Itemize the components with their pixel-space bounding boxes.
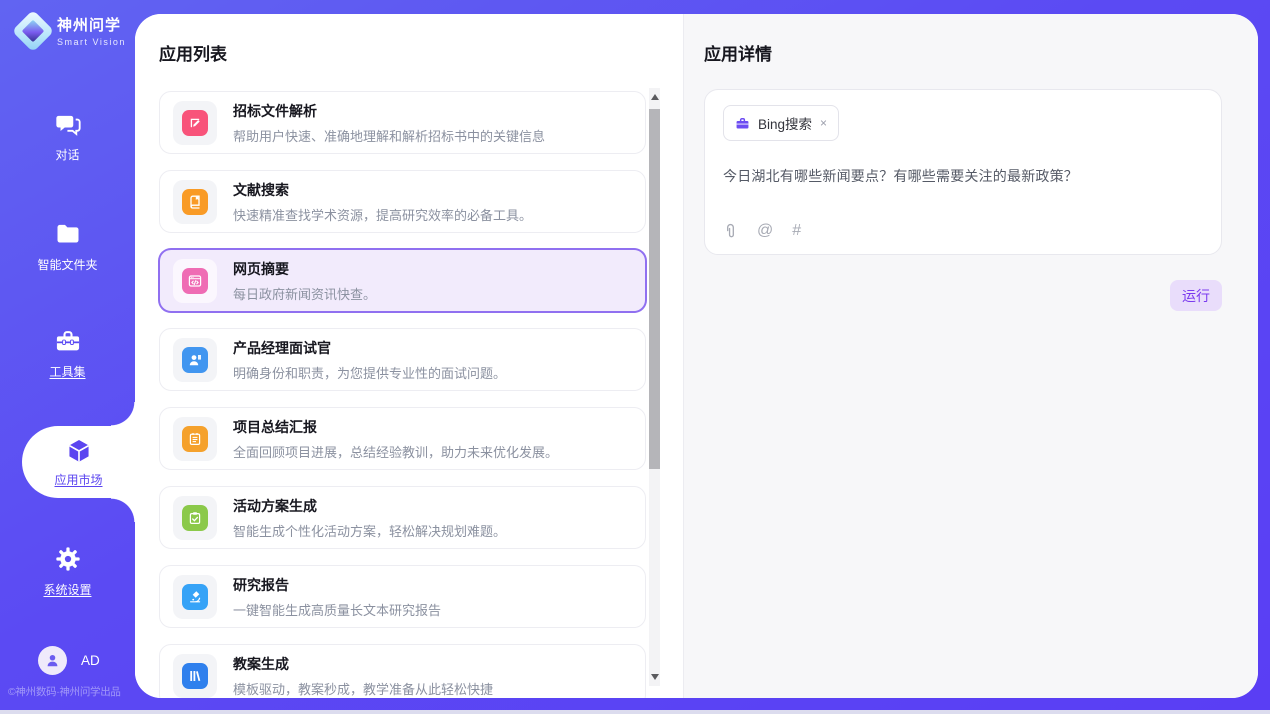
content-panel: 应用列表 招标文件解析 帮助用户快速、准确地理解和解析招标书中的关键信息: [135, 14, 1258, 698]
app-desc: 智能生成个性化活动方案，轻松解决规划难题。: [233, 521, 506, 540]
bubble-curve-bottom: [111, 498, 135, 522]
app-name: 招标文件解析: [233, 101, 545, 121]
app-card-event-plan[interactable]: 活动方案生成 智能生成个性化活动方案，轻松解决规划难题。: [159, 486, 646, 549]
user-account[interactable]: AD: [38, 646, 100, 675]
app-name: 产品经理面试官: [233, 338, 506, 358]
app-icon-frame: [173, 417, 217, 461]
chat-icon: [54, 110, 82, 138]
sidebar-item-chat[interactable]: 对话: [0, 110, 135, 163]
app-card-research-report[interactable]: 研究报告 一键智能生成高质量长文本研究报告: [159, 565, 646, 628]
app-card-pm-interviewer[interactable]: 产品经理面试官 明确身份和职责，为您提供专业性的面试问题。: [159, 328, 646, 391]
toolbox-icon: [54, 327, 82, 355]
microscope-icon: [182, 584, 208, 610]
person-icon: [44, 652, 61, 669]
app-desc: 全面回顾项目进展，总结经验教训，助力未来优化发展。: [233, 442, 558, 461]
tool-tag-bing-search[interactable]: Bing搜索 ×: [723, 105, 839, 141]
app-card-project-summary[interactable]: 项目总结汇报 全面回顾项目进展，总结经验教训，助力未来优化发展。: [159, 407, 646, 470]
app-desc: 帮助用户快速、准确地理解和解析招标书中的关键信息: [233, 126, 545, 145]
prompt-editor[interactable]: Bing搜索 × 今日湖北有哪些新闻要点？有哪些需要关注的最新政策？ @ #: [704, 89, 1222, 255]
sidebar-item-label: 智能文件夹: [37, 256, 97, 273]
app-name: 研究报告: [233, 575, 441, 595]
sidebar-item-label: 对话: [55, 146, 79, 163]
hashtag-icon[interactable]: #: [792, 222, 801, 240]
app-card-web-summary[interactable]: 网页摘要 每日政府新闻资讯快查。: [159, 249, 646, 312]
brand-name: 神州问学: [57, 14, 126, 35]
sidebar-item-toolset[interactable]: 工具集: [0, 327, 135, 380]
prompt-input[interactable]: 今日湖北有哪些新闻要点？有哪些需要关注的最新政策？: [723, 166, 1203, 186]
app-name: 教案生成: [233, 654, 493, 674]
app-icon-frame: [173, 259, 217, 303]
app-detail-section: 应用详情 Bing搜索 × 今日湖北有哪些新闻要点？有哪些需要关注的最新政策？: [683, 14, 1258, 698]
app-icon-frame: [173, 575, 217, 619]
attachment-toolbar: @ #: [723, 222, 801, 240]
cube-icon: [65, 437, 93, 465]
app-icon-frame: [173, 180, 217, 224]
bubble-curve-top: [111, 402, 135, 426]
app-desc: 明确身份和职责，为您提供专业性的面试问题。: [233, 363, 506, 382]
paperclip-icon[interactable]: [723, 223, 738, 240]
sidebar-item-label: 工具集: [49, 363, 85, 380]
clipboard-check-icon: [182, 505, 208, 531]
sidebar-item-app-market[interactable]: 应用市场: [22, 426, 135, 498]
app-list-section: 应用列表 招标文件解析 帮助用户快速、准确地理解和解析招标书中的关键信息: [135, 14, 683, 698]
scrollbar[interactable]: [649, 88, 660, 686]
app-icon-frame: [173, 101, 217, 145]
brand-logo: 神州问学 Smart Vision: [18, 14, 126, 47]
run-button[interactable]: 运行: [1170, 280, 1222, 311]
app-detail-title: 应用详情: [704, 40, 1222, 65]
briefcase-icon: [735, 116, 750, 131]
app-card-list: 招标文件解析 帮助用户快速、准确地理解和解析招标书中的关键信息: [159, 91, 646, 698]
user-initials: AD: [81, 653, 100, 668]
interviewer-icon: [182, 347, 208, 373]
tool-tag-label: Bing搜索: [758, 113, 812, 133]
scroll-down-arrow-icon[interactable]: [651, 674, 659, 680]
sidebar-item-label: 系统设置: [43, 581, 91, 598]
scroll-up-arrow-icon[interactable]: [651, 94, 659, 100]
book-icon: [182, 189, 208, 215]
mention-icon[interactable]: @: [757, 222, 773, 240]
gear-icon: [54, 545, 82, 573]
app-desc: 快速精准查找学术资源，提高研究效率的必备工具。: [233, 205, 532, 224]
scrollbar-thumb[interactable]: [649, 109, 660, 469]
app-window: 神州问学 Smart Vision 对话 智能文件夹: [0, 0, 1270, 710]
sidebar: 神州问学 Smart Vision 对话 智能文件夹: [0, 0, 135, 710]
folder-icon: [54, 220, 82, 248]
app-list-title: 应用列表: [159, 40, 683, 65]
app-card-literature-search[interactable]: 文献搜索 快速精准查找学术资源，提高研究效率的必备工具。: [159, 170, 646, 233]
app-name: 网页摘要: [233, 259, 376, 279]
notepad-icon: [182, 426, 208, 452]
sidebar-item-smart-folders[interactable]: 智能文件夹: [0, 220, 135, 273]
app-card-bid-doc-parse[interactable]: 招标文件解析 帮助用户快速、准确地理解和解析招标书中的关键信息: [159, 91, 646, 154]
webpage-code-icon: [182, 268, 208, 294]
app-name: 文献搜索: [233, 180, 532, 200]
app-icon-frame: [173, 496, 217, 540]
app-desc: 一键智能生成高质量长文本研究报告: [233, 600, 441, 619]
app-desc: 模板驱动，教案秒成，教学准备从此轻松快捷: [233, 679, 493, 698]
sidebar-item-settings[interactable]: 系统设置: [0, 545, 135, 598]
app-icon-frame: [173, 338, 217, 382]
brand-subtitle: Smart Vision: [57, 37, 126, 47]
page-bottom-edge: [0, 710, 1270, 714]
copyright-footer: ©神州数码·神州问学出品: [8, 684, 208, 699]
app-name: 活动方案生成: [233, 496, 506, 516]
sidebar-item-label: 应用市场: [54, 471, 102, 488]
close-icon[interactable]: ×: [820, 117, 827, 129]
app-desc: 每日政府新闻资讯快查。: [233, 284, 376, 303]
edit-doc-icon: [182, 110, 208, 136]
avatar: [38, 646, 67, 675]
brand-diamond-icon: [12, 9, 54, 51]
app-name: 项目总结汇报: [233, 417, 558, 437]
app-card-lesson-plan[interactable]: 教案生成 模板驱动，教案秒成，教学准备从此轻松快捷: [159, 644, 646, 698]
